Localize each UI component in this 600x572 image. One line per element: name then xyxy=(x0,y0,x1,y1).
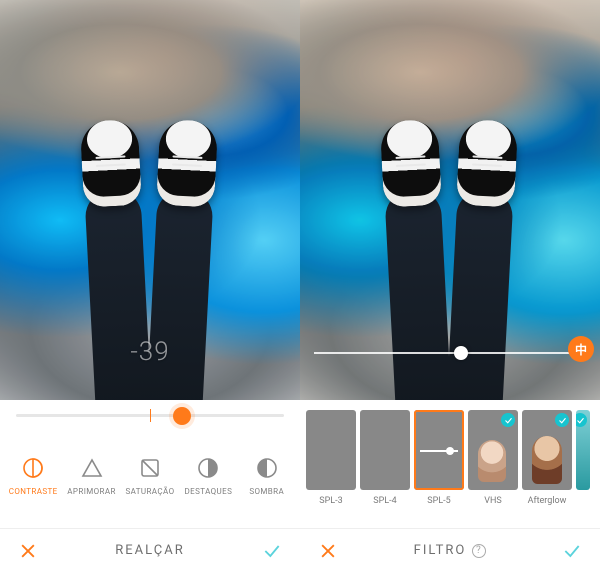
enhance-bottom-bar: REALÇAR xyxy=(0,528,300,572)
highlights-icon xyxy=(196,456,220,480)
thumb-image xyxy=(414,410,464,490)
filter-bottom-bar: FILTRO ? xyxy=(300,528,600,572)
panel-title-text: FILTRO xyxy=(414,543,467,558)
photo-leg-right xyxy=(146,189,213,400)
contrast-icon xyxy=(21,456,45,480)
thumb-label: SPL-3 xyxy=(319,496,342,506)
tool-label: DESTAQUES xyxy=(184,487,232,496)
slider-knob[interactable] xyxy=(173,407,191,425)
photo-leg-left xyxy=(384,189,451,400)
help-icon[interactable]: ? xyxy=(472,544,486,558)
close-icon xyxy=(318,541,338,561)
cancel-button[interactable] xyxy=(314,537,342,565)
check-icon xyxy=(562,541,582,561)
tool-label: CONTRASTE xyxy=(9,487,58,496)
badge-glyph: 中 xyxy=(575,341,587,358)
tool-destaques[interactable]: DESTAQUES xyxy=(179,456,237,496)
tool-label: APRIMORAR xyxy=(67,487,116,496)
selected-check-icon xyxy=(576,413,587,427)
tool-label: SATURAÇÃO xyxy=(125,487,174,496)
selected-check-icon xyxy=(555,413,569,427)
tool-contraste[interactable]: CONTRASTE xyxy=(4,456,62,496)
thumb-image xyxy=(522,410,572,490)
tool-row: CONTRASTE APRIMORAR SATURAÇÃO DESTAQUES … xyxy=(0,444,300,528)
filter-vhs[interactable]: VHS xyxy=(468,410,518,506)
thumb-label: Afterglow xyxy=(528,496,567,506)
cancel-button[interactable] xyxy=(14,537,42,565)
thumb-label: VHS xyxy=(484,496,502,506)
tool-aprimorar[interactable]: APRIMORAR xyxy=(63,456,121,496)
filter-afterglow[interactable]: Afterglow xyxy=(522,410,572,506)
confirm-button[interactable] xyxy=(558,537,586,565)
saturation-icon xyxy=(138,456,162,480)
filter-thumbnails[interactable]: SPL-3 SPL-4 SPL-5 VHS Afterglow xyxy=(300,400,600,528)
adjust-slider[interactable] xyxy=(0,400,300,444)
slider-center-tick xyxy=(150,409,151,422)
filter-panel: 中 SPL-3 SPL-4 SPL-5 VHS Afterg xyxy=(300,0,600,572)
filter-intensity-slider[interactable] xyxy=(314,352,586,354)
close-icon xyxy=(18,541,38,561)
selected-check-icon xyxy=(501,413,515,427)
compare-badge[interactable]: 中 xyxy=(568,336,594,362)
thumb-image xyxy=(306,410,356,490)
tool-label: SOMBRA xyxy=(249,487,284,496)
panel-title: FILTRO ? xyxy=(342,543,558,558)
filter-preview[interactable]: 中 xyxy=(300,0,600,400)
confirm-button[interactable] xyxy=(258,537,286,565)
shoe-icon xyxy=(80,119,142,208)
thumb-image xyxy=(576,410,590,490)
shoe-icon xyxy=(456,119,518,208)
filter-spl4[interactable]: SPL-4 xyxy=(360,410,410,506)
thumb-label: SPL-4 xyxy=(373,496,396,506)
thumb-image xyxy=(360,410,410,490)
filter-next-partial[interactable] xyxy=(576,410,590,490)
filter-spl5[interactable]: SPL-5 xyxy=(414,410,464,506)
slider-knob[interactable] xyxy=(454,346,468,360)
panel-title: REALÇAR xyxy=(42,543,258,558)
photo-leg-right xyxy=(446,189,513,400)
filter-spl3[interactable]: SPL-3 xyxy=(306,410,356,506)
intensity-indicator-icon xyxy=(420,450,458,452)
photo-leg-left xyxy=(84,189,151,400)
shoe-icon xyxy=(156,119,218,208)
check-icon xyxy=(262,541,282,561)
enhance-preview[interactable]: -39 xyxy=(0,0,300,400)
thumb-label: SPL-5 xyxy=(427,496,450,506)
tool-saturacao[interactable]: SATURAÇÃO xyxy=(121,456,179,496)
shoe-icon xyxy=(380,119,442,208)
enhance-panel: -39 CONTRASTE APRIMORAR SATURAÇÃO xyxy=(0,0,300,572)
panel-title-text: REALÇAR xyxy=(115,543,184,558)
triangle-icon xyxy=(80,456,104,480)
thumb-image xyxy=(468,410,518,490)
shadows-icon xyxy=(255,456,279,480)
tool-sombra[interactable]: SOMBRA xyxy=(238,456,296,496)
adjust-value-overlay: -39 xyxy=(130,337,169,367)
